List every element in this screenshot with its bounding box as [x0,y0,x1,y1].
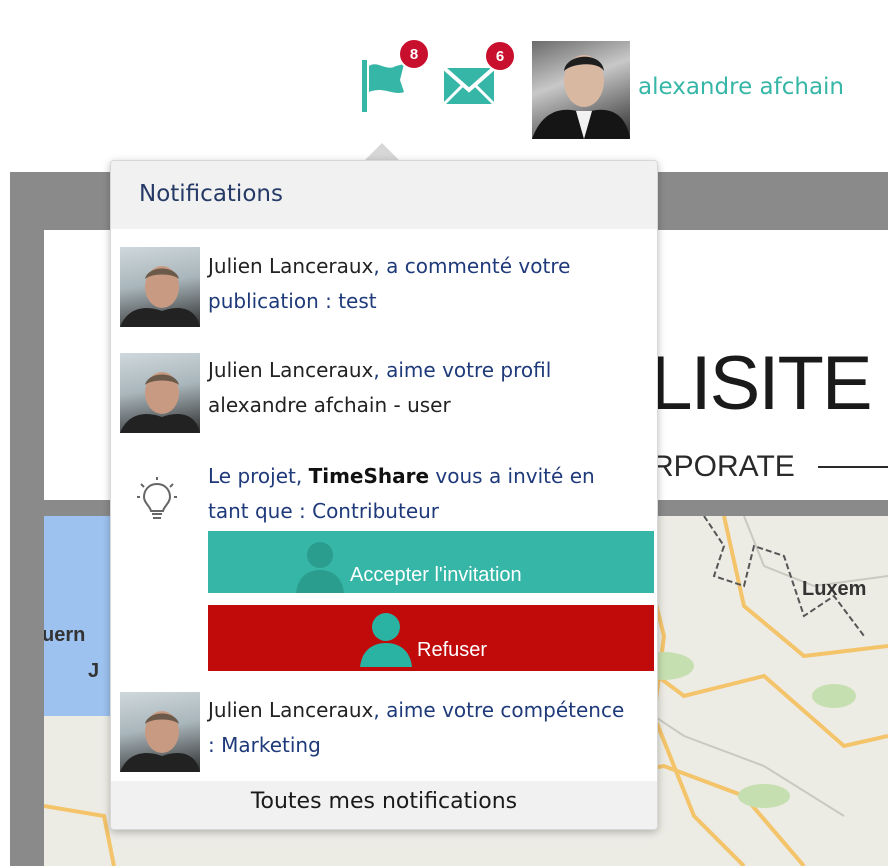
notifications-badge: 8 [398,38,430,70]
accept-invitation-button[interactable]: Accepter l'invitation [208,531,654,593]
notification-avatar[interactable] [120,247,200,327]
brand-divider [818,466,888,468]
accept-label: Accepter l'invitation [350,564,522,586]
invitation-prefix: Le projet, [208,464,309,488]
flag-icon [362,60,404,112]
lightbulb-icon [137,477,177,519]
all-notifications-link[interactable]: Toutes mes notifications [111,789,657,814]
avatar-photo [120,711,200,772]
invitation-item: Le projet, TimeShare vous a invité en ta… [208,459,628,529]
dropdown-footer: Toutes mes notifications [111,781,657,829]
avatar-photo [120,266,200,327]
notification-message: , aime votre profil [373,358,552,382]
notification-author[interactable]: Julien Lanceraux [208,698,373,722]
messages-badge: 6 [484,40,516,72]
dropdown-header: Notifications [111,161,657,229]
notification-avatar[interactable] [120,692,200,772]
user-photo [532,55,630,139]
notification-detail: alexandre afchain - user [208,393,451,417]
refuse-label: Refuser [417,639,488,661]
user-icon [296,542,344,593]
dropdown-title: Notifications [139,181,283,207]
map-label-city: Luxem [802,578,867,600]
refuse-invitation-button[interactable]: Refuser [208,605,654,671]
notifications-dropdown: Notifications Julien Lanceraux, a commen… [110,160,658,830]
dropdown-caret [364,143,400,161]
brand-subtitle: RPORATE [652,450,795,483]
user-icon [360,613,412,667]
map-label-region: uern [44,624,86,646]
avatar-photo [120,372,200,433]
notification-item[interactable]: Julien Lanceraux, aime votre compétence … [208,693,628,763]
map-label-region-2: J [88,660,100,682]
envelope-icon [442,66,496,106]
project-name[interactable]: TimeShare [309,464,429,488]
notification-author[interactable]: Julien Lanceraux [208,358,373,382]
notification-item[interactable]: Julien Lanceraux, aime votre profil alex… [208,353,628,423]
username-link[interactable]: alexandre afchain [638,74,844,100]
notification-avatar[interactable] [120,353,200,433]
notification-author[interactable]: Julien Lanceraux [208,254,373,278]
messages-button[interactable] [442,64,498,110]
user-avatar[interactable] [532,41,630,139]
notifications-button[interactable] [360,58,408,118]
notification-item[interactable]: Julien Lanceraux, a commenté votre publi… [208,249,628,319]
